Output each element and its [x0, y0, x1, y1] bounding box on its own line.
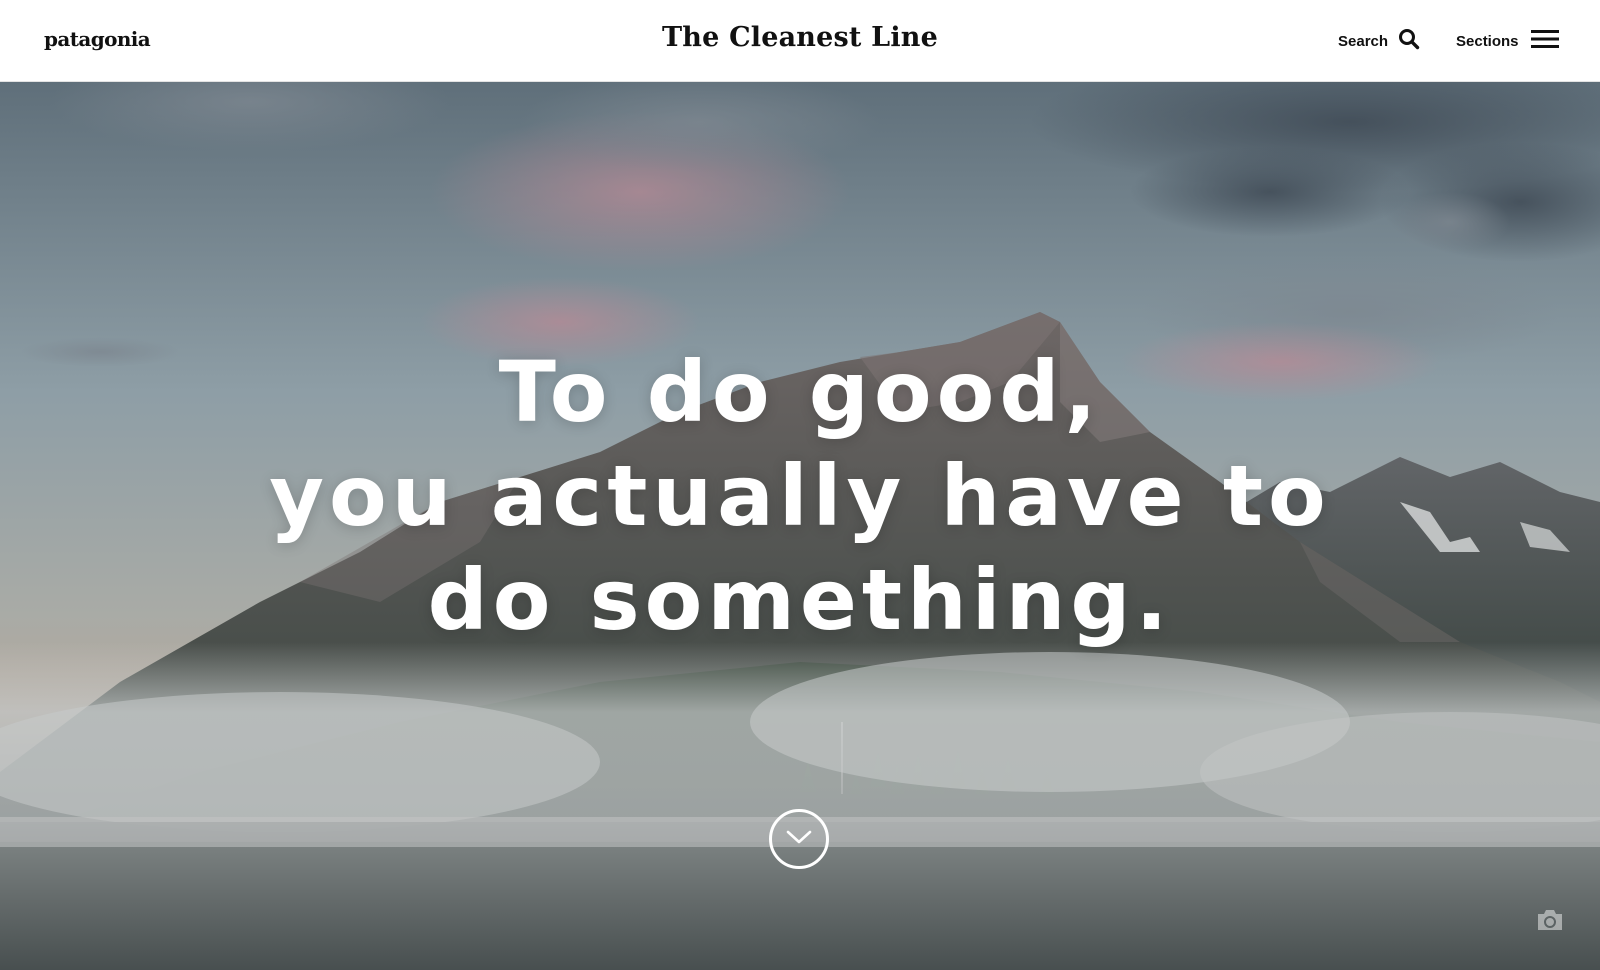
hero-headline: To do good, you actually have to do some…: [0, 340, 1600, 652]
sections-menu-button[interactable]: Sections: [1456, 28, 1559, 54]
headline-line-3: do something.: [427, 551, 1173, 649]
search-button[interactable]: Search: [1338, 28, 1420, 54]
camera-icon: [1536, 910, 1564, 936]
photo-info-button[interactable]: [1536, 908, 1564, 932]
headline-line-1: To do good,: [498, 343, 1102, 441]
search-icon: [1398, 28, 1420, 54]
sections-label: Sections: [1456, 32, 1519, 50]
hamburger-menu-icon: [1530, 29, 1559, 53]
search-label: Search: [1338, 32, 1389, 50]
scroll-down-button[interactable]: [769, 809, 829, 869]
headline-line-2: you actually have to: [269, 447, 1331, 545]
site-header: patagonia The Cleanest Line Search Secti…: [0, 0, 1600, 82]
site-title[interactable]: The Cleanest Line: [662, 22, 938, 53]
patagonia-logo[interactable]: patagonia: [44, 27, 151, 51]
chevron-down-icon: [786, 829, 812, 850]
hero-section: To do good, you actually have to do some…: [0, 82, 1600, 970]
